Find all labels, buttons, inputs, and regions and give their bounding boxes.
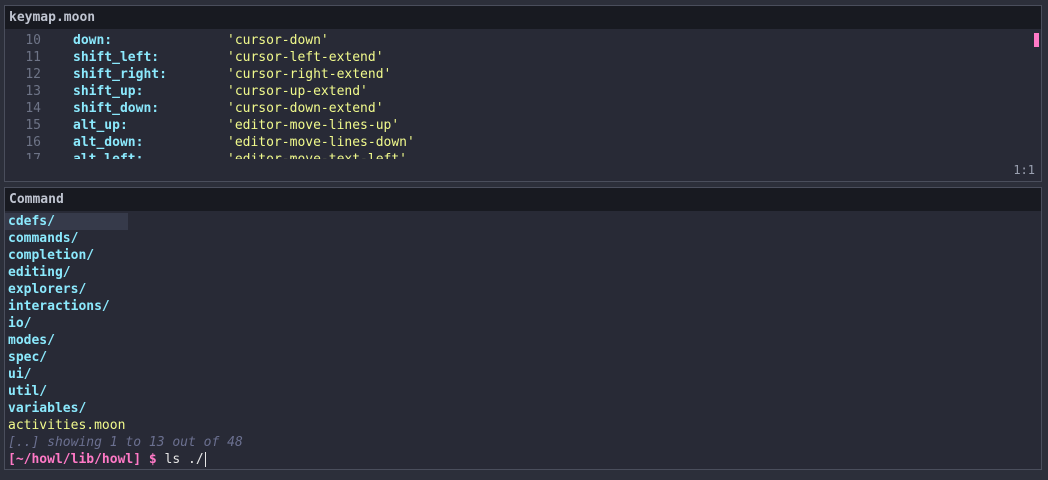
line-number: 12 — [25, 67, 41, 82]
code-line[interactable]: 11 shift_left: 'cursor-left-extend' — [5, 49, 1041, 66]
code-line[interactable]: 14 shift_down: 'cursor-down-extend' — [5, 100, 1041, 117]
line-number: 15 — [25, 118, 41, 133]
completion-item[interactable]: variables/ — [5, 400, 1041, 417]
code-value: 'cursor-left-extend' — [227, 50, 384, 65]
code-key: shift_left: — [73, 50, 160, 65]
status-bar: 1:1 — [5, 159, 1041, 181]
code-key: down: — [73, 33, 113, 48]
cursor-position: 1:1 — [1013, 163, 1035, 177]
code-key: shift_right: — [73, 67, 167, 82]
command-input[interactable]: ls ./ — [165, 451, 204, 468]
prompt-symbol: $ — [148, 452, 157, 467]
line-number: 13 — [25, 84, 41, 99]
code-lines: 10 down: 'cursor-down' 11 shift_left: 'curso… — [5, 29, 1041, 159]
completion-list[interactable]: cdefs/ commands/ completion/ editing/ ex… — [5, 211, 1041, 434]
command-pane[interactable]: Command cdefs/ commands/ completion/ edi… — [4, 187, 1042, 470]
code-editor[interactable]: 10 down: 'cursor-down' 11 shift_left: 'curso… — [5, 29, 1041, 159]
code-line[interactable]: 12 shift_right: 'cursor-right-extend' — [5, 66, 1041, 83]
code-line[interactable]: 10 down: 'cursor-down' — [5, 32, 1041, 49]
completion-item[interactable]: completion/ — [5, 247, 1041, 264]
completion-item[interactable]: explorers/ — [5, 281, 1041, 298]
prompt-path: [~/howl/lib/howl] — [8, 452, 142, 467]
editor-title: keymap.moon — [5, 6, 1041, 29]
code-value: 'editor-move-lines-down' — [227, 135, 415, 150]
completion-item[interactable]: io/ — [5, 315, 1041, 332]
code-value: 'cursor-down' — [227, 33, 329, 48]
command-title: Command — [5, 188, 1041, 211]
code-line[interactable]: 13 shift_up: 'cursor-up-extend' — [5, 83, 1041, 100]
completion-item[interactable]: commands/ — [5, 230, 1041, 247]
code-value: 'cursor-up-extend' — [227, 84, 368, 99]
code-line[interactable]: 17alt_left:'editor-move-text-left' — [5, 151, 1041, 159]
completion-item[interactable]: activities.moon — [5, 417, 1041, 434]
code-line[interactable]: 16 alt_down: 'editor-move-lines-down' — [5, 134, 1041, 151]
scroll-indicator[interactable] — [1034, 33, 1039, 47]
line-number: 16 — [25, 135, 41, 150]
code-line[interactable]: 15 alt_up: 'editor-move-lines-up' — [5, 117, 1041, 134]
completion-item-selected[interactable]: cdefs/ — [5, 213, 128, 230]
completion-info: [..] showing 1 to 13 out of 48 — [8, 435, 243, 450]
completion-item[interactable]: interactions/ — [5, 298, 1041, 315]
completion-item[interactable]: ui/ — [5, 366, 1041, 383]
completion-item[interactable]: modes/ — [5, 332, 1041, 349]
code-value: 'editor-move-lines-up' — [227, 118, 400, 133]
line-number: 14 — [25, 101, 41, 116]
code-value: 'editor-move-text-left' — [227, 151, 407, 159]
line-number: 10 — [25, 33, 41, 48]
code-key: alt_up: — [73, 118, 128, 133]
command-prompt[interactable]: [~/howl/lib/howl] $ ls ./ — [5, 451, 1041, 468]
line-number: 11 — [25, 50, 41, 65]
editor-pane[interactable]: keymap.moon 10 down: 'cursor-down' 11 shift… — [4, 5, 1042, 182]
code-key: shift_up: — [73, 84, 144, 99]
completion-item[interactable]: spec/ — [5, 349, 1041, 366]
code-key: shift_down: — [73, 101, 160, 116]
code-value: 'cursor-down-extend' — [227, 101, 384, 116]
completion-item[interactable]: editing/ — [5, 264, 1041, 281]
completion-item[interactable]: util/ — [5, 383, 1041, 400]
text-cursor — [204, 452, 206, 467]
line-number: 17 — [5, 151, 73, 159]
code-key: alt_left: — [73, 151, 227, 159]
code-key: alt_down: — [73, 135, 144, 150]
code-value: 'cursor-right-extend' — [227, 67, 392, 82]
